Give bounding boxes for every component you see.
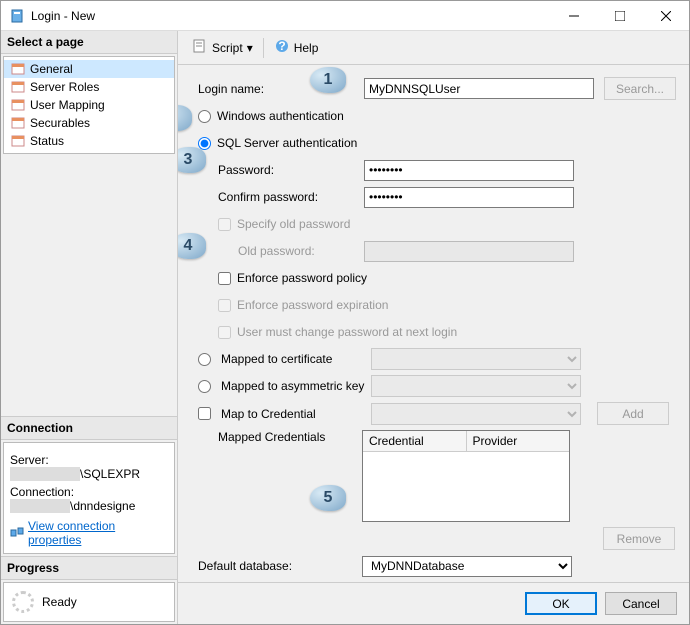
page-item-user-mapping[interactable]: User Mapping — [4, 96, 174, 114]
svg-text:?: ? — [278, 39, 285, 53]
windows-auth-radio[interactable] — [198, 110, 211, 123]
script-button[interactable]: Script ▾ — [188, 36, 257, 59]
page-label: Server Roles — [30, 80, 99, 94]
map-credential-checkbox[interactable] — [198, 407, 211, 420]
password-label: Password: — [194, 163, 334, 177]
left-panel: Select a page General Server Roles User … — [1, 31, 178, 624]
sql-auth-radio[interactable] — [198, 137, 211, 150]
ok-button[interactable]: OK — [525, 592, 597, 615]
maximize-button[interactable] — [597, 1, 643, 31]
titlebar: Login - New — [1, 1, 689, 31]
cred-col-credential: Credential — [363, 431, 467, 451]
server-value: \SQLEXPR — [80, 467, 140, 481]
mapped-cert-select — [371, 348, 581, 370]
toolbar: Script ▾ ? Help — [178, 31, 689, 65]
cancel-button[interactable]: Cancel — [605, 592, 677, 615]
windows-auth-label: Windows authentication — [217, 109, 344, 123]
mapped-cert-radio[interactable] — [198, 353, 211, 366]
connection-value: \dnndesigne — [70, 499, 135, 513]
progress-status: Ready — [42, 595, 77, 609]
must-change-checkbox — [218, 326, 231, 339]
page-item-general[interactable]: General — [4, 60, 174, 78]
old-password-input — [364, 241, 574, 262]
server-label: Server: — [10, 453, 168, 467]
cred-col-provider: Provider — [467, 431, 570, 451]
page-item-securables[interactable]: Securables — [4, 114, 174, 132]
search-button[interactable]: Search... — [604, 77, 676, 100]
mapped-cert-label: Mapped to certificate — [217, 352, 365, 366]
script-icon — [192, 38, 208, 57]
page-icon — [10, 115, 26, 131]
progress-spinner-icon — [12, 591, 34, 613]
confirm-password-label: Confirm password: — [194, 190, 334, 204]
dropdown-arrow-icon: ▾ — [247, 41, 253, 55]
page-label: Status — [30, 134, 64, 148]
enforce-policy-checkbox[interactable] — [218, 272, 231, 285]
help-button[interactable]: ? Help — [270, 36, 323, 59]
specify-old-password-checkbox — [218, 218, 231, 231]
page-label: Securables — [30, 116, 90, 130]
credentials-table: Credential Provider — [362, 430, 570, 522]
help-icon: ? — [274, 38, 290, 57]
page-icon — [10, 97, 26, 113]
app-icon — [9, 8, 25, 24]
page-icon — [10, 79, 26, 95]
general-form: 1 2 3 4 5 Login name: Search... Windows … — [178, 65, 689, 582]
map-credential-select — [371, 403, 581, 425]
default-db-select[interactable]: MyDNNDatabase — [362, 556, 572, 577]
page-icon — [10, 133, 26, 149]
mapped-asym-label: Mapped to asymmetric key — [217, 379, 365, 393]
page-item-status[interactable]: Status — [4, 132, 174, 150]
callout-2: 2 — [178, 105, 192, 131]
sql-auth-label: SQL Server authentication — [217, 136, 357, 150]
connection-label: Connection: — [10, 485, 168, 499]
map-credential-label: Map to Credential — [217, 407, 365, 421]
remove-button: Remove — [603, 527, 675, 550]
page-item-server-roles[interactable]: Server Roles — [4, 78, 174, 96]
callout-4: 4 — [178, 233, 206, 259]
mapped-asym-radio[interactable] — [198, 380, 211, 393]
specify-old-password-label: Specify old password — [237, 217, 350, 231]
dialog-footer: OK Cancel — [178, 582, 689, 624]
default-db-label: Default database: — [194, 559, 362, 573]
close-button[interactable] — [643, 1, 689, 31]
confirm-password-input[interactable] — [364, 187, 574, 208]
login-name-input[interactable] — [364, 78, 594, 99]
window-title: Login - New — [31, 9, 551, 23]
progress-header: Progress — [1, 556, 177, 580]
page-label: User Mapping — [30, 98, 105, 112]
enforce-expiration-label: Enforce password expiration — [237, 298, 388, 312]
enforce-policy-label: Enforce password policy — [237, 271, 367, 285]
view-connection-link[interactable]: View connection properties — [10, 519, 168, 547]
callout-1: 1 — [310, 67, 346, 93]
enforce-expiration-checkbox — [218, 299, 231, 312]
page-list: General Server Roles User Mapping Secura… — [3, 56, 175, 154]
add-button: Add — [597, 402, 669, 425]
callout-3: 3 — [178, 147, 206, 173]
mapped-asym-select — [371, 375, 581, 397]
callout-5: 5 — [310, 485, 346, 511]
must-change-label: User must change password at next login — [237, 325, 457, 339]
login-new-window: Login - New Select a page General Server… — [0, 0, 690, 625]
right-panel: Script ▾ ? Help 1 2 3 4 5 Login name: — [178, 31, 689, 624]
select-page-header: Select a page — [1, 31, 177, 54]
connection-header: Connection — [1, 416, 177, 440]
page-label: General — [30, 62, 73, 76]
connection-icon — [10, 525, 24, 542]
progress-panel: Ready — [3, 582, 175, 622]
old-password-label: Old password: — [194, 244, 334, 258]
minimize-button[interactable] — [551, 1, 597, 31]
password-input[interactable] — [364, 160, 574, 181]
connection-panel: Server: \SQLEXPR Connection: \dnndesigne… — [3, 442, 175, 554]
mapped-credentials-label: Mapped Credentials — [194, 430, 362, 444]
page-icon — [10, 61, 26, 77]
